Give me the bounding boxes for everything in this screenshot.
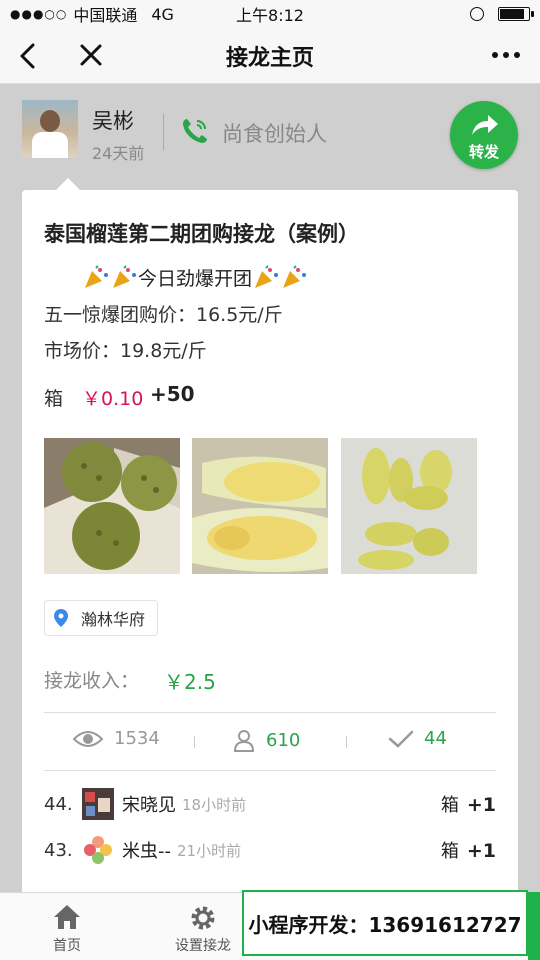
unit-price: ￥0.10 xyxy=(82,388,144,410)
unit-label: 箱 xyxy=(44,388,64,410)
order-quantity: +50 xyxy=(150,382,195,406)
entry-qty: +1 xyxy=(466,840,496,862)
gear-icon xyxy=(191,906,215,930)
divider xyxy=(163,114,164,150)
views-count: 1534 xyxy=(114,728,160,749)
completed-count: 44 xyxy=(424,728,447,749)
list-item[interactable]: 44. 宋晓见 18小时前 箱 +1 xyxy=(44,786,496,822)
eye-icon xyxy=(72,730,104,747)
entry-unit: 箱 xyxy=(440,795,459,816)
post-title: 泰国榴莲第二期团购接龙（案例） xyxy=(44,222,359,246)
completed-stat[interactable]: 44 xyxy=(388,728,447,749)
entry-name: 米虫-- xyxy=(122,841,171,862)
list-item[interactable]: 43. 米虫-- 21小时前 箱 +1 xyxy=(44,832,496,868)
close-icon xyxy=(80,44,102,66)
party-popper-icon xyxy=(110,264,138,291)
promo-line: 今日劲爆开团 xyxy=(82,264,308,291)
navigation-bar: 接龙主页 xyxy=(0,28,540,84)
battery-icon xyxy=(498,7,534,21)
entry-name: 宋晓见 xyxy=(122,795,176,816)
post-card: 泰国榴莲第二期团购接龙（案例） 今日劲爆开团 五一惊爆团购价：16.5元/斤 市… xyxy=(22,178,518,910)
entry-avatar xyxy=(82,834,114,866)
group-price-line: 五一惊爆团购价：16.5元/斤 xyxy=(44,304,283,326)
tab-home[interactable]: 首页 xyxy=(12,893,122,960)
share-label: 转发 xyxy=(468,143,499,161)
entry-time: 18小时前 xyxy=(182,795,247,814)
stat-separator xyxy=(346,736,347,748)
stat-separator xyxy=(194,736,195,748)
phone-icon[interactable] xyxy=(180,116,210,146)
tab-home-label: 首页 xyxy=(53,938,81,954)
home-icon xyxy=(54,905,80,929)
entry-quantity: 箱 +1 xyxy=(441,791,496,817)
divider xyxy=(44,770,496,771)
market-price-line: 市场价：19.8元/斤 xyxy=(44,340,207,362)
participants-count: 610 xyxy=(266,729,301,751)
ad-banner[interactable]: 小程序开发：13691612727 xyxy=(242,890,528,956)
entry-unit: 箱 xyxy=(440,841,459,862)
post-time: 24天前 xyxy=(92,144,145,163)
location-tag[interactable]: 瀚林华府 xyxy=(44,600,159,636)
back-arrow-icon xyxy=(20,43,35,69)
income-label: 接龙收入： xyxy=(44,670,140,692)
close-button[interactable] xyxy=(76,40,106,72)
map-pin-icon xyxy=(54,609,68,627)
promo-text: 今日劲爆开团 xyxy=(138,268,253,290)
back-button[interactable] xyxy=(14,38,44,74)
participants-stat[interactable]: 610 xyxy=(232,728,300,752)
status-bar: ●●●○○ 中国联通 4G 上午8:12 xyxy=(0,0,540,28)
author-avatar[interactable] xyxy=(22,100,78,158)
entry-avatar xyxy=(82,788,114,820)
person-icon xyxy=(233,730,255,752)
checkmark-icon xyxy=(388,730,414,748)
entry-time: 21小时前 xyxy=(177,841,242,860)
party-popper-icon xyxy=(252,264,280,291)
party-popper-icon xyxy=(82,264,110,291)
more-menu-button[interactable] xyxy=(492,52,520,58)
party-popper-icon xyxy=(280,264,308,291)
income-value: ￥2.5 xyxy=(164,670,216,694)
page-title: 接龙主页 xyxy=(225,45,314,71)
author-name[interactable]: 吴彬 xyxy=(92,105,134,135)
divider xyxy=(44,712,496,713)
views-stat: 1534 xyxy=(72,728,160,749)
location-name: 瀚林华府 xyxy=(81,610,146,629)
clock: 上午8:12 xyxy=(236,6,304,25)
product-photo[interactable] xyxy=(192,438,328,574)
author-title: 尚食创始人 xyxy=(222,122,327,146)
forward-arrow-icon xyxy=(472,115,498,135)
entry-index: 44. xyxy=(44,793,73,815)
ad-edge xyxy=(528,892,540,960)
share-button[interactable]: 转发 xyxy=(450,101,518,169)
entry-quantity: 箱 +1 xyxy=(441,837,496,863)
product-photo[interactable] xyxy=(341,438,477,574)
entry-index: 43. xyxy=(44,839,73,861)
product-photo[interactable] xyxy=(44,438,180,574)
entry-qty: +1 xyxy=(466,794,496,816)
